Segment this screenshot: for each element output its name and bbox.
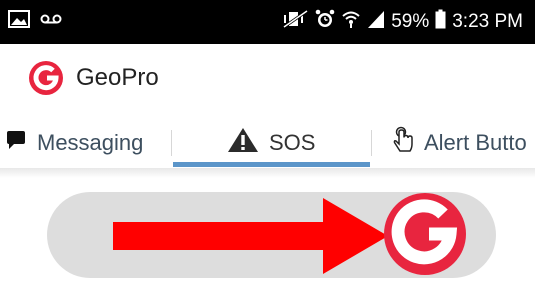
chat-icon bbox=[5, 129, 27, 157]
tab-shadow bbox=[0, 168, 535, 178]
tab-divider bbox=[171, 130, 172, 156]
signal-icon bbox=[367, 9, 385, 35]
arrow-right-icon bbox=[113, 198, 388, 279]
voicemail-icon bbox=[40, 12, 62, 31]
tab-sos-label: SOS bbox=[269, 130, 316, 155]
tab-divider bbox=[371, 130, 372, 156]
wifi-icon bbox=[341, 9, 361, 35]
app-bar: GeoPro bbox=[0, 44, 535, 112]
clock: 3:23 PM bbox=[452, 11, 523, 32]
tab-messaging-label: Messaging bbox=[37, 130, 144, 155]
image-icon bbox=[8, 10, 30, 33]
battery-icon bbox=[435, 9, 446, 35]
active-tab-indicator bbox=[173, 162, 370, 167]
battery-percent: 59% bbox=[391, 11, 430, 32]
warning-icon bbox=[227, 127, 259, 159]
tab-alert-button-label: Alert Butto bbox=[424, 130, 527, 155]
tab-messaging[interactable]: Messaging bbox=[5, 116, 143, 170]
sos-slider-handle[interactable] bbox=[383, 192, 467, 281]
alarm-icon bbox=[315, 9, 335, 35]
status-bar: 59% 3:23 PM bbox=[0, 0, 535, 44]
mute-vibrate-icon bbox=[283, 9, 309, 35]
app-title: GeoPro bbox=[76, 64, 159, 91]
touch-icon bbox=[392, 126, 414, 160]
tab-alert-button[interactable]: Alert Butto bbox=[392, 116, 527, 170]
geopro-logo-icon bbox=[28, 60, 64, 96]
